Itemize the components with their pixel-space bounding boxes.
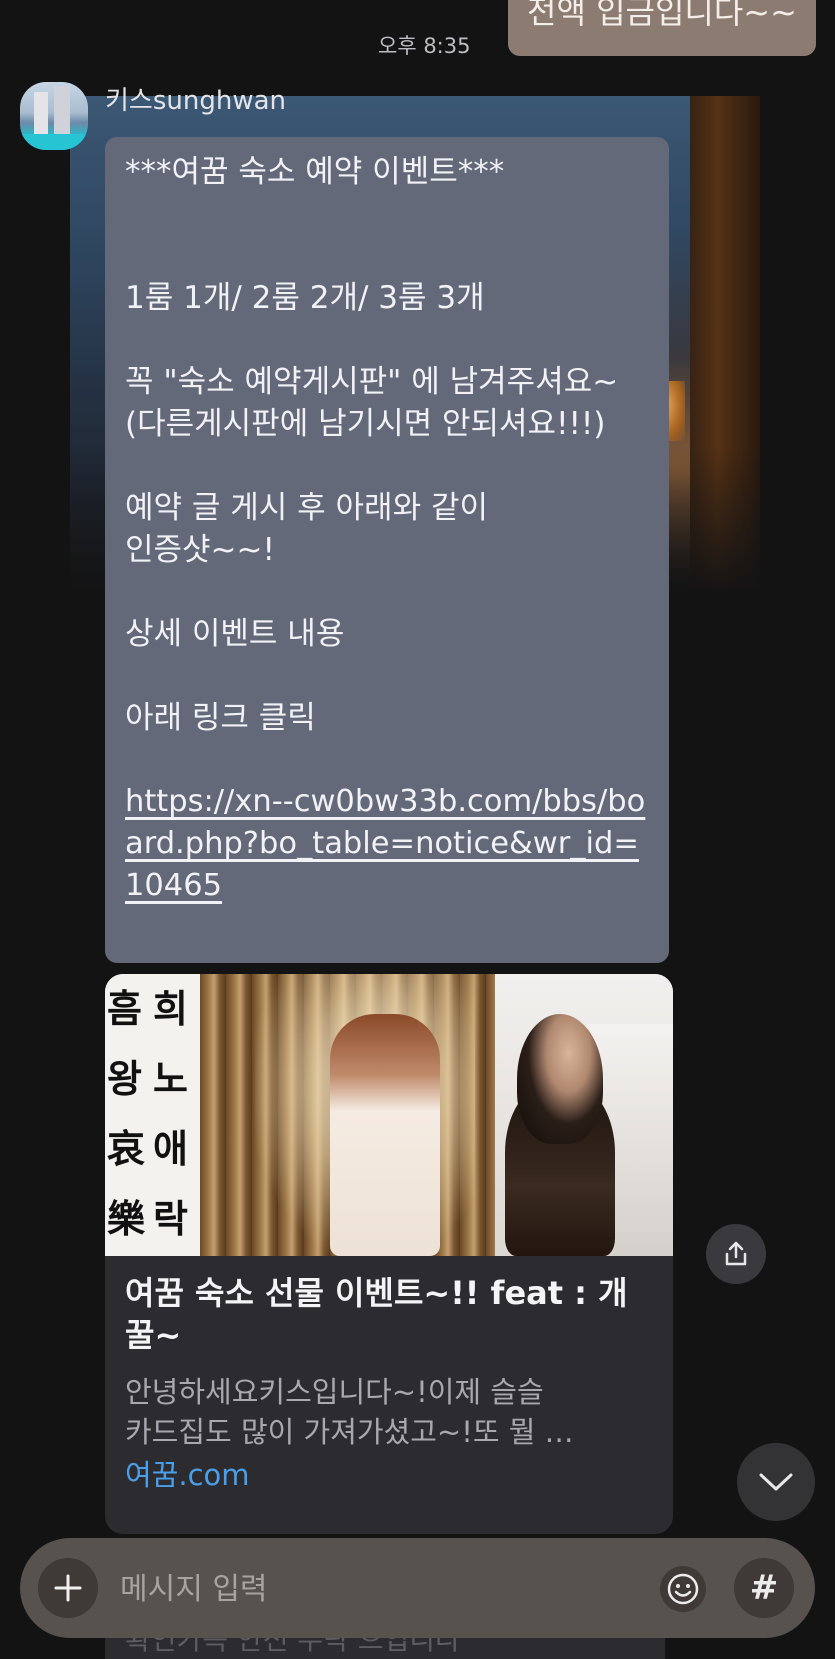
link-preview-description: 안녕하세요키스입니다~!이제 슬슬 카드집도 많이 가져가셨고~!또 뭘 … bbox=[125, 1375, 574, 1449]
share-icon bbox=[725, 1241, 747, 1266]
hashtag-button[interactable]: # bbox=[734, 1558, 794, 1618]
message-line: 꼭 "숙소 예약게시판" 에 남겨주셔요~ bbox=[125, 364, 619, 400]
link-preview-card[interactable]: 흠 왕 哀 樂 희 노 애 락 여꿈 숙소 선물 이벤트~!! feat : 개… bbox=[105, 974, 673, 1534]
outgoing-message-time: 오후 8:35 bbox=[378, 34, 471, 58]
message-line: (다른게시판에 남기시면 안되셔요!!!) bbox=[125, 406, 606, 442]
calligraphy-left-3: 哀 bbox=[107, 1126, 146, 1171]
message-line bbox=[125, 445, 649, 487]
link-preview-title: 여꿈 숙소 선물 이벤트~!! feat : 개꿀~ bbox=[125, 1274, 628, 1354]
message-text: ***여꿈 숙소 예약 이벤트*** 1룸 1개/ 2룸 2개/ 3룸 3개꼭 "… bbox=[125, 151, 649, 781]
chevron-down-icon bbox=[759, 1473, 793, 1491]
message-line bbox=[125, 235, 649, 277]
sender-name: 키스sunghwan bbox=[105, 86, 287, 116]
message-line: 아래 링크 클릭 bbox=[125, 700, 316, 736]
preview-figure bbox=[330, 1014, 440, 1256]
message-line bbox=[125, 193, 649, 235]
message-line bbox=[125, 739, 649, 781]
plus-icon bbox=[54, 1574, 82, 1602]
calligraphy-left-2: 왕 bbox=[107, 1056, 142, 1101]
emoji-icon bbox=[667, 1573, 699, 1605]
incoming-message-bubble[interactable]: ***여꿈 숙소 예약 이벤트*** 1룸 1개/ 2룸 2개/ 3룸 3개꼭 "… bbox=[105, 137, 669, 963]
message-line: 인증샷~~! bbox=[125, 532, 275, 568]
calligraphy-right-2: 노 bbox=[153, 1056, 188, 1101]
message-composer: # bbox=[20, 1538, 815, 1638]
message-line: ***여꿈 숙소 예약 이벤트*** bbox=[125, 154, 505, 190]
calligraphy-left-1: 흠 bbox=[107, 986, 142, 1031]
calligraphy-left-4: 樂 bbox=[107, 1196, 146, 1241]
link-preview-image: 흠 왕 哀 樂 희 노 애 락 bbox=[105, 974, 673, 1256]
message-line bbox=[125, 571, 649, 613]
link-preview-domain: 여꿈.com bbox=[125, 1458, 250, 1492]
calligraphy-right-4: 락 bbox=[153, 1196, 188, 1241]
calligraphy-right-1: 희 bbox=[153, 986, 188, 1031]
outgoing-message-text: 전액 입금입니다~~ bbox=[527, 0, 797, 31]
message-line: 예약 글 게시 후 아래와 같이 bbox=[125, 490, 488, 526]
message-input[interactable] bbox=[118, 1560, 662, 1618]
avatar[interactable] bbox=[20, 82, 88, 150]
message-line: 상세 이벤트 내용 bbox=[125, 616, 345, 652]
message-line: 1룸 1개/ 2룸 2개/ 3룸 3개 bbox=[125, 280, 485, 316]
message-link[interactable]: https://xn--cw0bw33b.com/bbs/board.php?b… bbox=[125, 781, 649, 907]
outgoing-message-bubble[interactable]: 전액 입금입니다~~ bbox=[508, 0, 816, 56]
add-attachment-button[interactable] bbox=[38, 1558, 98, 1618]
share-button[interactable] bbox=[706, 1224, 766, 1284]
calligraphy-right-3: 애 bbox=[153, 1126, 188, 1171]
scroll-to-bottom-button[interactable] bbox=[737, 1443, 815, 1521]
calligraphy-panel: 흠 왕 哀 樂 희 노 애 락 bbox=[105, 974, 200, 1256]
emoji-button[interactable] bbox=[660, 1566, 706, 1612]
message-line bbox=[125, 319, 649, 361]
message-line bbox=[125, 655, 649, 697]
